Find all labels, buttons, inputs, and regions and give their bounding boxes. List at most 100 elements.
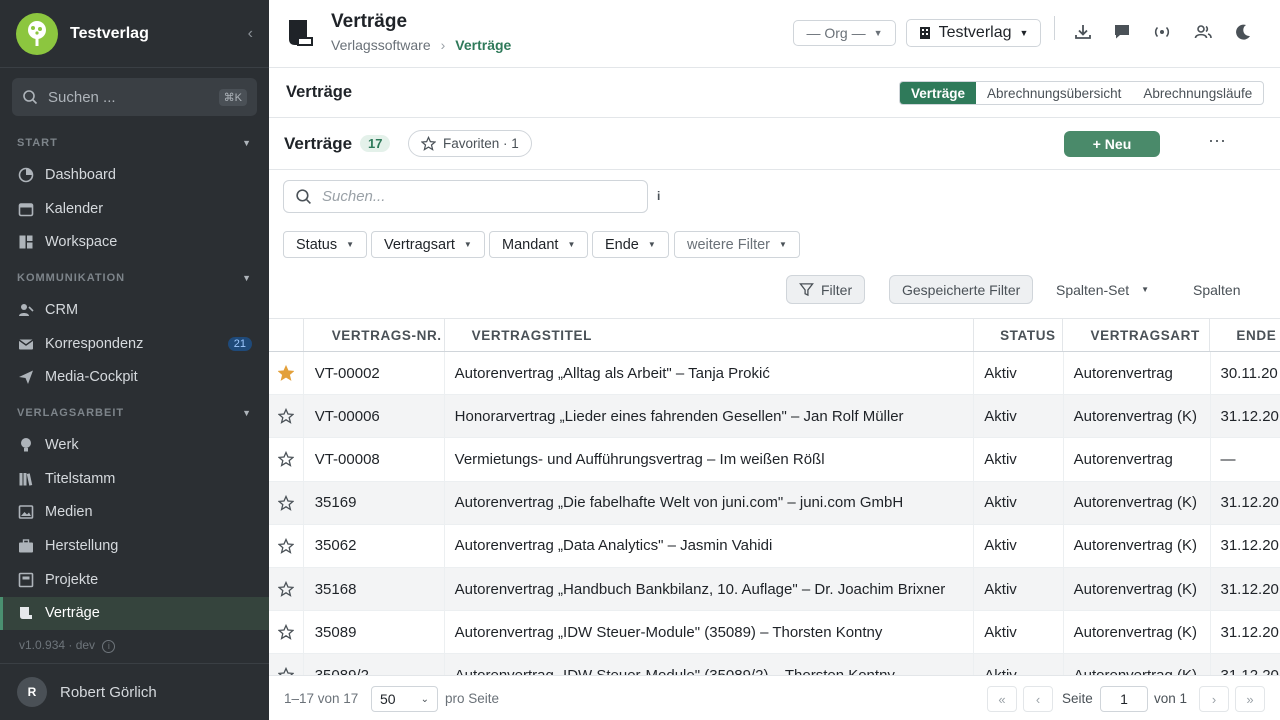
- filter-ende[interactable]: Ende ▼: [592, 231, 669, 258]
- table-row[interactable]: 35089/2Autorenvertrag „IDW Steuer-Module…: [269, 654, 1280, 675]
- page-input[interactable]: 1: [1100, 686, 1148, 712]
- sidebar-search[interactable]: Suchen ... ⌘K: [12, 78, 257, 116]
- sidebar-item-workspace[interactable]: Workspace: [0, 225, 269, 259]
- breadcrumb: Verlagssoftware › Verträge: [331, 37, 511, 53]
- sidebar-item-label: Kalender: [45, 200, 104, 217]
- col-header-ende[interactable]: ENDE: [1210, 319, 1280, 351]
- cell-title[interactable]: Vermietungs- und Aufführungsvertrag – Im…: [445, 438, 975, 481]
- col-header-title[interactable]: VERTRAGSTITEL: [445, 319, 975, 351]
- cell-nr: VT-00006: [304, 395, 445, 438]
- filter-mandant[interactable]: Mandant ▼: [489, 231, 589, 258]
- columns-button[interactable]: Spalten: [1193, 275, 1240, 304]
- table-row[interactable]: VT-00002 Autorenvertrag „Alltag als Arbei…: [269, 352, 1280, 396]
- page-size-select[interactable]: 50 ⌄: [371, 686, 438, 712]
- caret-down-icon: ▼: [242, 138, 252, 148]
- cell-title[interactable]: Autorenvertrag „Data Analytics" – Jasmin…: [445, 524, 975, 567]
- download-icon[interactable]: [1073, 22, 1093, 42]
- page-title: Verträge: [331, 11, 408, 32]
- table-row[interactable]: 35089 Autorenvertrag „IDW Steuer-Module" …: [269, 611, 1280, 655]
- table-row[interactable]: 35168 Autorenvertrag „Handbuch Bankbilanz…: [269, 567, 1280, 612]
- broadcast-icon[interactable]: [1152, 22, 1172, 42]
- sidebar-item-vertraege[interactable]: Verträge: [0, 596, 269, 631]
- cell-title[interactable]: Autorenvertrag „IDW Steuer-Module" (3508…: [445, 611, 975, 654]
- sidebar-item-media-cockpit[interactable]: Media-Cockpit: [0, 360, 269, 394]
- org-select[interactable]: — Org — ▼: [793, 20, 896, 46]
- sidebar-item-titelstamm[interactable]: Titelstamm: [0, 462, 269, 496]
- cell-title[interactable]: Autorenvertrag „Alltag als Arbeit" – Tan…: [445, 352, 975, 395]
- search-row: i: [269, 170, 1280, 226]
- cell-title[interactable]: Honorarvertrag „Lieder eines fahrenden G…: [445, 395, 975, 438]
- col-header-nr[interactable]: VERTRAGS-NR.: [304, 319, 445, 351]
- star-outline-icon[interactable]: [269, 524, 304, 567]
- chevron-down-icon: ⌄: [420, 693, 429, 705]
- sidebar-search-label: Suchen ...: [48, 88, 116, 106]
- favorites-label: Favoriten · 1: [443, 136, 519, 151]
- table-row[interactable]: VT-00008 Vermietungs- und Aufführungsvert…: [269, 438, 1280, 482]
- search-input[interactable]: [322, 188, 622, 205]
- cell-title[interactable]: Autorenvertrag „Handbuch Bankbilanz, 10.…: [445, 567, 975, 611]
- favorites-filter-button[interactable]: Favoriten · 1: [408, 130, 532, 157]
- tree-logo-icon[interactable]: [16, 12, 58, 55]
- table-search[interactable]: [283, 180, 648, 213]
- more-options-icon[interactable]: ···: [1208, 130, 1226, 151]
- search-info-icon[interactable]: i: [657, 189, 660, 203]
- info-icon[interactable]: i: [102, 640, 116, 653]
- next-page-button[interactable]: ›: [1199, 686, 1229, 712]
- cell-art: Autorenvertrag: [1064, 438, 1211, 481]
- dark-mode-icon[interactable]: [1233, 22, 1253, 42]
- table-row[interactable]: 35169 Autorenvertrag „Die fabelhafte Welt…: [269, 481, 1280, 525]
- cell-art: Autorenvertrag (K): [1064, 654, 1211, 675]
- star-outline-icon[interactable]: [269, 654, 304, 675]
- sidebar-item-korrespondenz[interactable]: Korrespondenz 21: [0, 327, 269, 361]
- star-outline-icon[interactable]: [269, 611, 304, 654]
- col-header-art[interactable]: VERTRAGSART: [1063, 319, 1211, 351]
- star-outline-icon[interactable]: [269, 481, 304, 524]
- section-title: KOMMUNIKATION: [17, 272, 126, 285]
- users-icon[interactable]: [1193, 22, 1213, 42]
- sidebar-item-werk[interactable]: Werk: [0, 428, 269, 462]
- sidebar-item-projekte[interactable]: Projekte: [0, 563, 269, 597]
- page-total: von 1: [1154, 691, 1188, 706]
- collapse-sidebar-icon[interactable]: ‹: [248, 25, 253, 43]
- star-outline-icon[interactable]: [269, 395, 304, 438]
- chat-icon[interactable]: [1112, 22, 1132, 42]
- cell-title[interactable]: Autorenvertrag „Die fabelhafte Welt von …: [445, 481, 975, 524]
- sidebar-item-medien[interactable]: Medien: [0, 496, 269, 530]
- tab-abrechnungsuebersicht[interactable]: Abrechnungsübersicht: [976, 82, 1132, 104]
- star-filled-icon[interactable]: [269, 352, 304, 395]
- sidebar-item-herstellung[interactable]: Herstellung: [0, 529, 269, 563]
- star-outline-icon[interactable]: [269, 567, 304, 611]
- sidebar-item-label: Verträge: [45, 605, 100, 622]
- filter-more[interactable]: weitere Filter ▼: [674, 231, 800, 258]
- col-header-status[interactable]: STATUS: [974, 319, 1064, 351]
- tenant-select[interactable]: Testverlag ▼: [906, 19, 1041, 47]
- new-contract-button[interactable]: + Neu: [1064, 131, 1160, 157]
- tab-abrechnungslaeufe[interactable]: Abrechnungsläufe: [1132, 82, 1263, 104]
- section-start[interactable]: START ▼: [0, 128, 269, 158]
- prev-page-button[interactable]: ‹: [1023, 686, 1053, 712]
- sidebar-item-crm[interactable]: CRM: [0, 293, 269, 327]
- cell-title[interactable]: Autorenvertrag „IDW Steuer-Module" (3508…: [445, 654, 975, 675]
- saved-filters-button[interactable]: Gespeicherte Filter: [889, 275, 1034, 304]
- cell-nr: 35089/2: [304, 654, 445, 675]
- main-content: Verträge Verlagssoftware › Verträge — Org …: [269, 0, 1280, 720]
- tab-vertraege[interactable]: Verträge: [900, 82, 977, 104]
- sidebar-item-dashboard[interactable]: Dashboard: [0, 158, 269, 192]
- caret-down-icon: ▼: [1141, 285, 1150, 294]
- sidebar-item-kalender[interactable]: Kalender: [0, 192, 269, 226]
- column-set-dropdown[interactable]: Spalten-Set ▼: [1056, 275, 1149, 304]
- section-kommunikation[interactable]: KOMMUNIKATION ▼: [0, 263, 269, 293]
- filter-vertragsart[interactable]: Vertragsart ▼: [371, 231, 485, 258]
- first-page-button[interactable]: «: [987, 686, 1017, 712]
- table-row[interactable]: 35062 Autorenvertrag „Data Analytics" – J…: [269, 524, 1280, 568]
- filter-button[interactable]: Filter: [786, 275, 866, 304]
- section-title: VERLAGSARBEIT: [17, 407, 125, 420]
- table-row[interactable]: VT-00006 Honorarvertrag „Lieder eines fah…: [269, 395, 1280, 439]
- filter-status[interactable]: Status ▼: [283, 231, 368, 258]
- last-page-button[interactable]: »: [1235, 686, 1265, 712]
- cell-ende: 30.11.20: [1220, 364, 1278, 382]
- star-outline-icon[interactable]: [269, 438, 304, 481]
- section-verlagsarbeit[interactable]: VERLAGSARBEIT ▼: [0, 398, 269, 428]
- user-menu[interactable]: R Robert Görlich: [0, 663, 269, 720]
- breadcrumb-item[interactable]: Verlagssoftware: [331, 37, 431, 53]
